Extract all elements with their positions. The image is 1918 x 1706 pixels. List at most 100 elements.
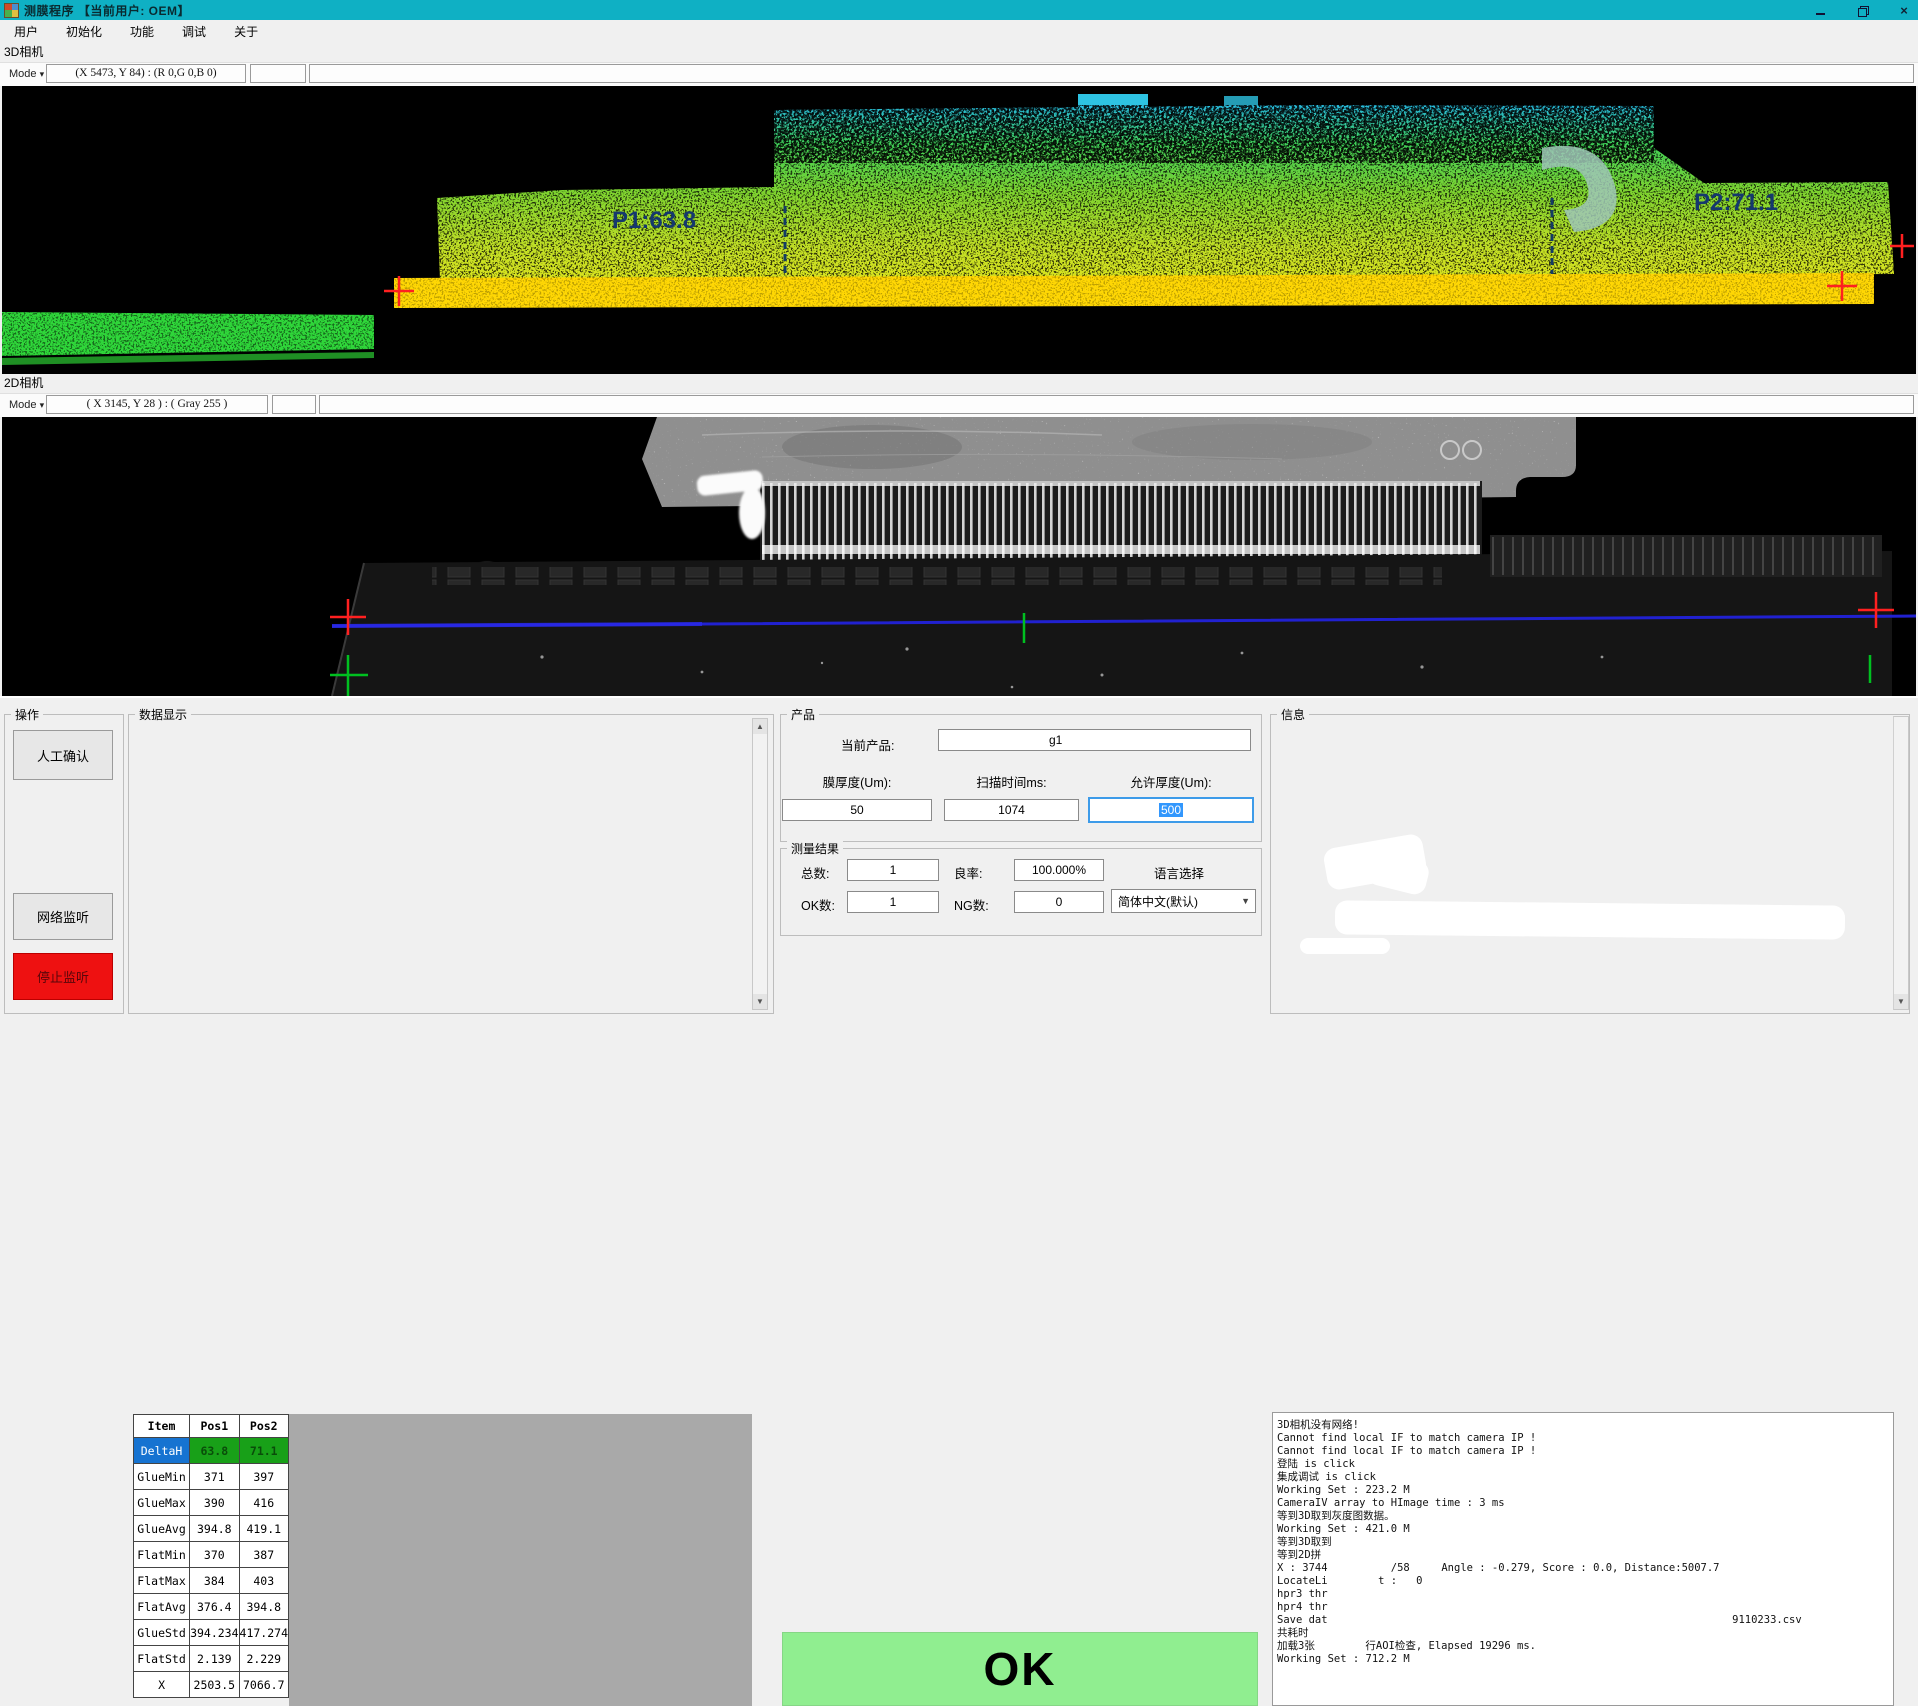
col-item: Item — [134, 1415, 190, 1438]
camera3d-mode-box3 — [309, 64, 1914, 83]
table-row[interactable]: GlueMax 390 416 — [134, 1490, 289, 1516]
log-line: CameraIV array to HImage time : 3 ms — [1277, 1497, 1893, 1510]
camera3d-pixel-readout: (X 5473, Y 84) : (R 0,G 0,B 0) — [46, 64, 246, 83]
annotation-p1: P1:63.8 — [612, 207, 696, 234]
network-listen-button[interactable]: 网络监听 — [13, 893, 113, 940]
yield-input[interactable]: 100.000% — [1014, 859, 1104, 881]
camera3d-section-label: 3D相机 — [0, 43, 1918, 62]
log-line: Save dat 9110233.csv — [1277, 1614, 1893, 1627]
camera2d-mode-box2 — [272, 395, 316, 414]
table-row[interactable]: FlatStd 2.139 2.229 — [134, 1646, 289, 1672]
current-product-input[interactable]: g1 — [938, 729, 1251, 751]
log-line: 等到2D拼 — [1277, 1549, 1893, 1562]
allow-thickness-input[interactable]: 500 — [1088, 797, 1254, 823]
total-label: 总数: — [801, 863, 829, 882]
current-product-label: 当前产品: — [841, 735, 894, 754]
annotation-p2: P2:71.1 — [1694, 189, 1778, 216]
table-row[interactable]: X 2503.5 7066.7 — [134, 1672, 289, 1698]
ng-count-input[interactable]: 0 — [1014, 891, 1104, 913]
close-icon[interactable]: × — [1896, 2, 1912, 18]
chevron-down-icon: ▼ — [1241, 896, 1250, 906]
manual-confirm-button[interactable]: 人工确认 — [13, 730, 113, 780]
ng-count-label: NG数: — [954, 895, 989, 914]
log-line: hpr4 thr — [1277, 1601, 1893, 1614]
menu-about[interactable]: 关于 — [220, 20, 272, 43]
yield-label: 良率: — [954, 863, 982, 882]
info-group-label: 信息 — [1277, 706, 1309, 723]
ok-count-input[interactable]: 1 — [847, 891, 939, 913]
table-row[interactable]: GlueAvg 394.8 419.1 — [134, 1516, 289, 1542]
measurement-table: Item Pos1 Pos2 DeltaH 63.8 71.1 GlueMin … — [133, 1414, 289, 1706]
total-input[interactable]: 1 — [847, 859, 939, 881]
table-row[interactable]: FlatMax 384 403 — [134, 1568, 289, 1594]
log-line: Working Set : 223.2 M — [1277, 1484, 1893, 1497]
app-icon — [4, 3, 19, 18]
results-group-label: 测量结果 — [787, 840, 843, 857]
title-bar: 测膜程序 【当前用户: OEM】 × — [0, 0, 1918, 20]
film-thickness-label: 膜厚度(Um): — [782, 772, 932, 791]
menu-initialize[interactable]: 初始化 — [52, 20, 116, 43]
product-group: 产品 当前产品: g1 膜厚度(Um): 扫描时间ms: 允许厚度(Um): 5… — [780, 714, 1262, 842]
scroll-down-icon[interactable]: ▼ — [753, 994, 767, 1009]
log-line: Cannot find local IF to match camera IP … — [1277, 1432, 1893, 1445]
log-line: X : 3744 /58 Angle : -0.279, Score : 0.0… — [1277, 1562, 1893, 1575]
table-header-row: Item Pos1 Pos2 — [134, 1415, 289, 1438]
language-label: 语言选择 — [1154, 863, 1204, 882]
restore-icon[interactable] — [1854, 2, 1870, 18]
camera3d-viewport[interactable]: P1:63.8 P2:71.1 — [2, 86, 1916, 374]
log-line: Working Set : 421.0 M — [1277, 1523, 1893, 1536]
ok-count-label: OK数: — [801, 895, 835, 914]
table-filler — [289, 1414, 752, 1706]
camera2d-section-label: 2D相机 — [0, 374, 1918, 393]
scroll-down-icon[interactable]: ▼ — [1894, 994, 1908, 1009]
scroll-up-icon[interactable]: ▲ — [753, 719, 767, 734]
redaction-patch — [1335, 900, 1845, 939]
menu-user[interactable]: 用户 — [0, 20, 52, 43]
table-row[interactable]: DeltaH 63.8 71.1 — [134, 1438, 289, 1464]
log-line: 加载3张 行AOI检查, Elapsed 19296 ms. — [1277, 1640, 1893, 1653]
camera3d-mode-bar: Mode ▾ (X 5473, Y 84) : (R 0,G 0,B 0) — [0, 62, 1918, 86]
table-row[interactable]: FlatMin 370 387 — [134, 1542, 289, 1568]
log-line: Cannot find local IF to match camera IP … — [1277, 1445, 1893, 1458]
results-group: 测量结果 总数: 1 良率: 100.000% 语言选择 OK数: 1 NG数:… — [780, 848, 1262, 936]
log-line: 等到3D取到灰度图数据。 — [1277, 1510, 1893, 1523]
log-line: 登陆 is click — [1277, 1458, 1893, 1471]
chevron-down-icon: ▾ — [40, 400, 45, 410]
operation-group: 操作 人工确认 网络监听 停止监听 — [4, 714, 124, 1014]
log-line: 共耗时 — [1277, 1627, 1893, 1640]
minimize-icon[interactable] — [1812, 2, 1828, 18]
camera3d-mode-button[interactable]: Mode ▾ — [4, 65, 49, 83]
result-status-banner: OK — [782, 1632, 1258, 1706]
camera2d-viewport[interactable] — [2, 417, 1916, 696]
table-scrollbar[interactable]: ▲ ▼ — [752, 718, 768, 1010]
table-row[interactable]: GlueMin 371 397 — [134, 1464, 289, 1490]
chevron-down-icon: ▾ — [40, 69, 45, 79]
log-line: 等到3D取到 — [1277, 1536, 1893, 1549]
log-line: 集成调试 is click — [1277, 1471, 1893, 1484]
bottom-panel: 操作 人工确认 网络监听 停止监听 数据显示 Item Pos1 Pos2 De… — [0, 696, 1918, 1019]
camera3d-mode-box2 — [250, 64, 306, 83]
menu-function[interactable]: 功能 — [116, 20, 168, 43]
col-pos2: Pos2 — [239, 1415, 288, 1438]
info-scrollbar[interactable]: ▼ — [1893, 716, 1909, 1010]
data-display-group-label: 数据显示 — [135, 706, 191, 723]
log-line: Working Set : 712.2 M — [1277, 1653, 1893, 1666]
camera2d-mode-box3 — [319, 395, 1914, 414]
menu-debug[interactable]: 调试 — [168, 20, 220, 43]
table-row[interactable]: GlueStd 394.234 417.274 — [134, 1620, 289, 1646]
data-display-group: 数据显示 — [128, 714, 774, 1014]
menu-bar: 用户 初始化 功能 调试 关于 — [0, 20, 1918, 44]
camera2d-mode-button[interactable]: Mode ▾ — [4, 396, 49, 414]
log-line: hpr3 thr — [1277, 1588, 1893, 1601]
info-log[interactable]: 3D相机没有网络! Cannot find local IF to match … — [1272, 1412, 1894, 1706]
scan-time-input[interactable]: 1074 — [944, 799, 1079, 821]
window-title: 测膜程序 【当前用户: OEM】 — [24, 2, 190, 19]
scan-time-label: 扫描时间ms: — [944, 772, 1079, 791]
stop-listen-button[interactable]: 停止监听 — [13, 953, 113, 1000]
log-line: 3D相机没有网络! — [1277, 1419, 1893, 1432]
operation-group-label: 操作 — [11, 706, 43, 723]
log-line: LocateLi t : 0 — [1277, 1575, 1893, 1588]
table-row[interactable]: FlatAvg 376.4 394.8 — [134, 1594, 289, 1620]
film-thickness-input[interactable]: 50 — [782, 799, 932, 821]
language-select[interactable]: 简体中文(默认) ▼ — [1111, 889, 1256, 913]
